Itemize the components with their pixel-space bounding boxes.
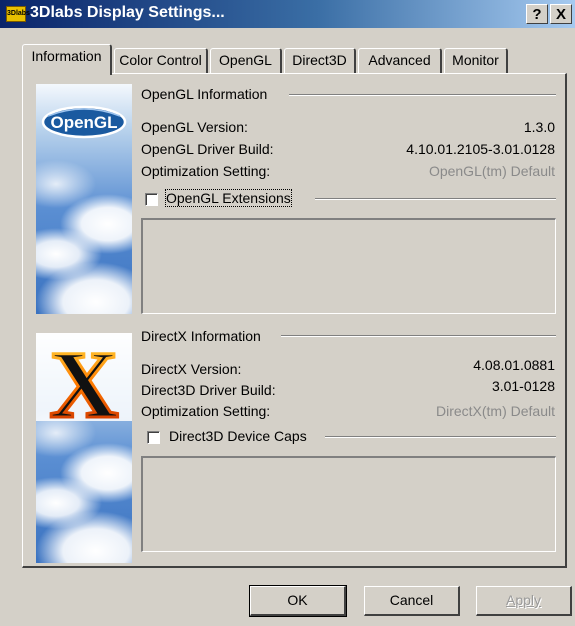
window-title: 3Dlabs Display Settings... — [30, 4, 225, 21]
information-panel: OpenGL OpenGL Information OpenGL Version… — [22, 73, 567, 568]
tab-monitor[interactable]: Monitor — [444, 48, 508, 74]
directx-section-title: DirectX Information — [141, 328, 261, 344]
directx-section-divider — [281, 335, 556, 337]
directx-image: X — [36, 333, 132, 563]
close-button[interactable]: X — [550, 4, 572, 24]
app-logo-icon: 3Dlabs — [6, 6, 30, 22]
opengl-extensions-divider — [315, 198, 556, 200]
direct3d-caps-list[interactable] — [141, 456, 556, 552]
direct3d-driver-value: 3.01-0128 — [491, 378, 555, 394]
directx-version-value: 4.08.01.0881 — [473, 357, 555, 373]
opengl-section-title: OpenGL Information — [141, 86, 268, 102]
opengl-section-divider — [289, 94, 556, 96]
opengl-optimization-value: OpenGL(tm) Default — [428, 163, 555, 179]
opengl-version-label: OpenGL Version: — [141, 119, 248, 135]
directx-logo-icon: X — [36, 333, 132, 440]
tab-direct3d[interactable]: Direct3D — [284, 48, 356, 74]
direct3d-caps-checkbox[interactable] — [147, 431, 160, 444]
direct3d-caps-label[interactable]: Direct3D Device Caps — [169, 428, 307, 444]
tab-opengl[interactable]: OpenGL — [210, 48, 282, 74]
directx-optimization-value: DirectX(tm) Default — [435, 403, 555, 419]
direct3d-caps-divider — [325, 436, 556, 438]
tab-advanced[interactable]: Advanced — [358, 48, 442, 74]
cancel-button[interactable]: Cancel — [364, 586, 460, 616]
directx-optimization-label: Optimization Setting: — [141, 403, 271, 419]
opengl-extensions-label[interactable]: OpenGL Extensions — [165, 189, 292, 207]
opengl-extensions-list[interactable] — [141, 218, 556, 314]
title-bar[interactable]: 3Dlabs 3Dlabs Display Settings... ? X — [0, 0, 575, 28]
apply-button[interactable]: Apply — [476, 586, 572, 616]
directx-logo-text: X — [49, 333, 118, 438]
directx-version-label: DirectX Version: — [141, 361, 242, 377]
opengl-logo-text: OpenGL — [50, 113, 117, 132]
direct3d-driver-label: Direct3D Driver Build: — [141, 382, 276, 398]
ok-button[interactable]: OK — [249, 585, 347, 617]
opengl-image: OpenGL — [36, 84, 132, 314]
tab-color-control[interactable]: Color Control — [114, 48, 208, 74]
opengl-extensions-checkbox[interactable] — [145, 193, 158, 206]
opengl-version-value: 1.3.0 — [523, 119, 555, 135]
opengl-driver-label: OpenGL Driver Build: — [141, 141, 274, 157]
help-button[interactable]: ? — [526, 4, 548, 24]
tab-information[interactable]: Information — [22, 44, 112, 75]
apply-button-label: Apply — [505, 592, 542, 608]
opengl-driver-value: 4.10.01.2105-3.01.0128 — [406, 141, 555, 157]
opengl-optimization-label: Optimization Setting: — [141, 163, 271, 179]
opengl-logo-icon: OpenGL — [41, 105, 127, 139]
